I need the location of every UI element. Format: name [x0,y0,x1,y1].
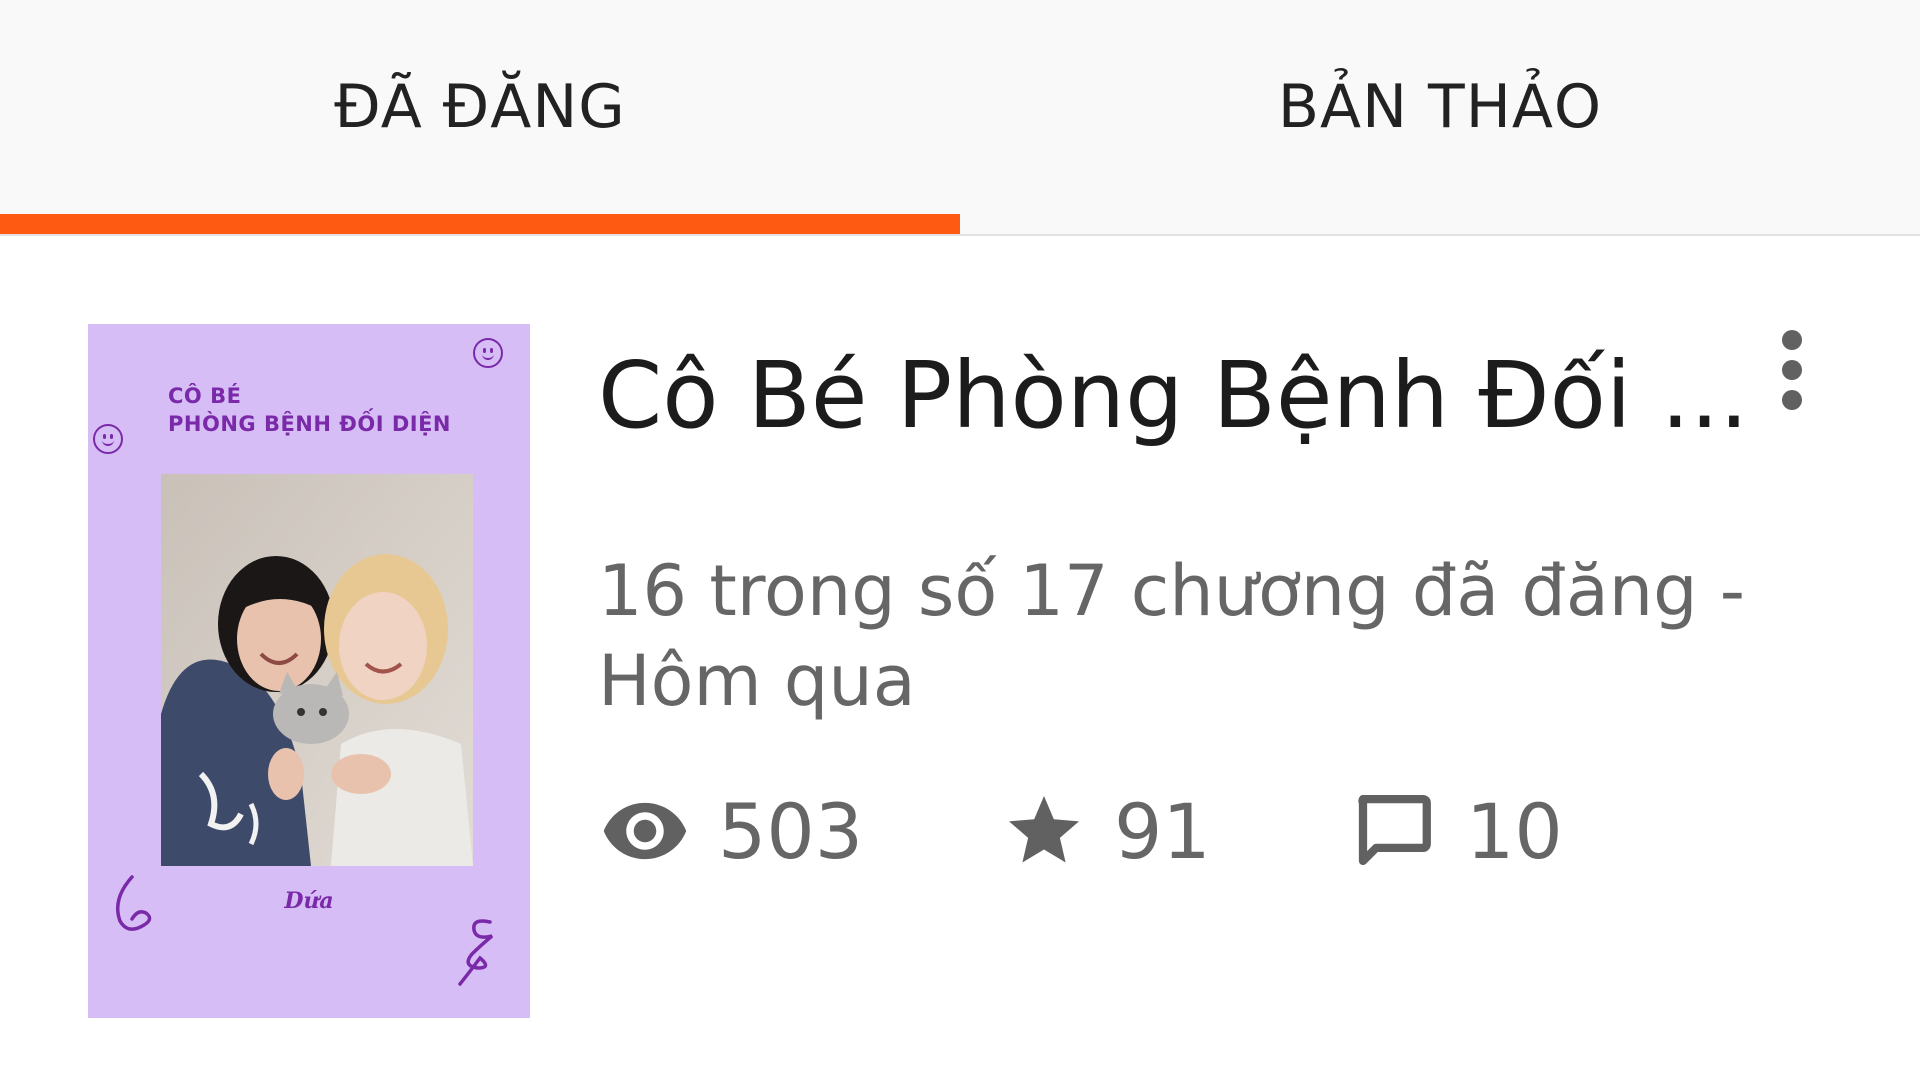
cover-photo [161,474,473,866]
active-tab-indicator [0,214,960,234]
votes-stat: 91 [1002,776,1211,886]
comments-stat: 10 [1348,776,1563,886]
story-title[interactable]: Cô Bé Phòng Bệnh Đối ... [598,336,1748,456]
story-cover[interactable]: CÔ BÉ PHÒNG BỆNH ĐỐI DIỆN Dứa [88,324,530,1018]
smiley-icon [473,338,503,368]
tab-published-label: ĐÃ ĐĂNG [334,72,626,142]
doodle-icon [116,875,152,931]
reads-stat: 503 [600,776,863,886]
cover-title: CÔ BÉ PHÒNG BỆNH ĐỐI DIỆN [168,384,451,436]
eye-icon [603,802,687,860]
comment-icon [1358,795,1431,866]
reads-count: 503 [718,786,864,876]
story-stats: 503 91 10 [600,776,1900,886]
more-vertical-icon [1782,330,1802,350]
more-vertical-icon-dot [1782,390,1802,410]
tab-drafts-label: BẢN THẢO [1277,72,1603,142]
more-vertical-icon-dot [1782,360,1802,380]
smiley-icon [93,424,123,454]
more-options-button[interactable] [1762,322,1822,432]
tab-published[interactable]: ĐÃ ĐĂNG [0,0,960,236]
story-meta: 16 trong số 17 chương đã đăng - Hôm qua [598,550,1746,722]
tab-bar: ĐÃ ĐĂNG BẢN THẢO [0,0,1920,236]
votes-count: 91 [1114,786,1211,876]
squiggle-icon [458,919,494,986]
tab-drafts[interactable]: BẢN THẢO [960,0,1920,236]
star-icon [1009,796,1079,863]
comments-count: 10 [1466,786,1563,876]
story-card[interactable]: CÔ BÉ PHÒNG BỆNH ĐỐI DIỆN Dứa Cô Bé Phòn… [0,236,1920,1075]
